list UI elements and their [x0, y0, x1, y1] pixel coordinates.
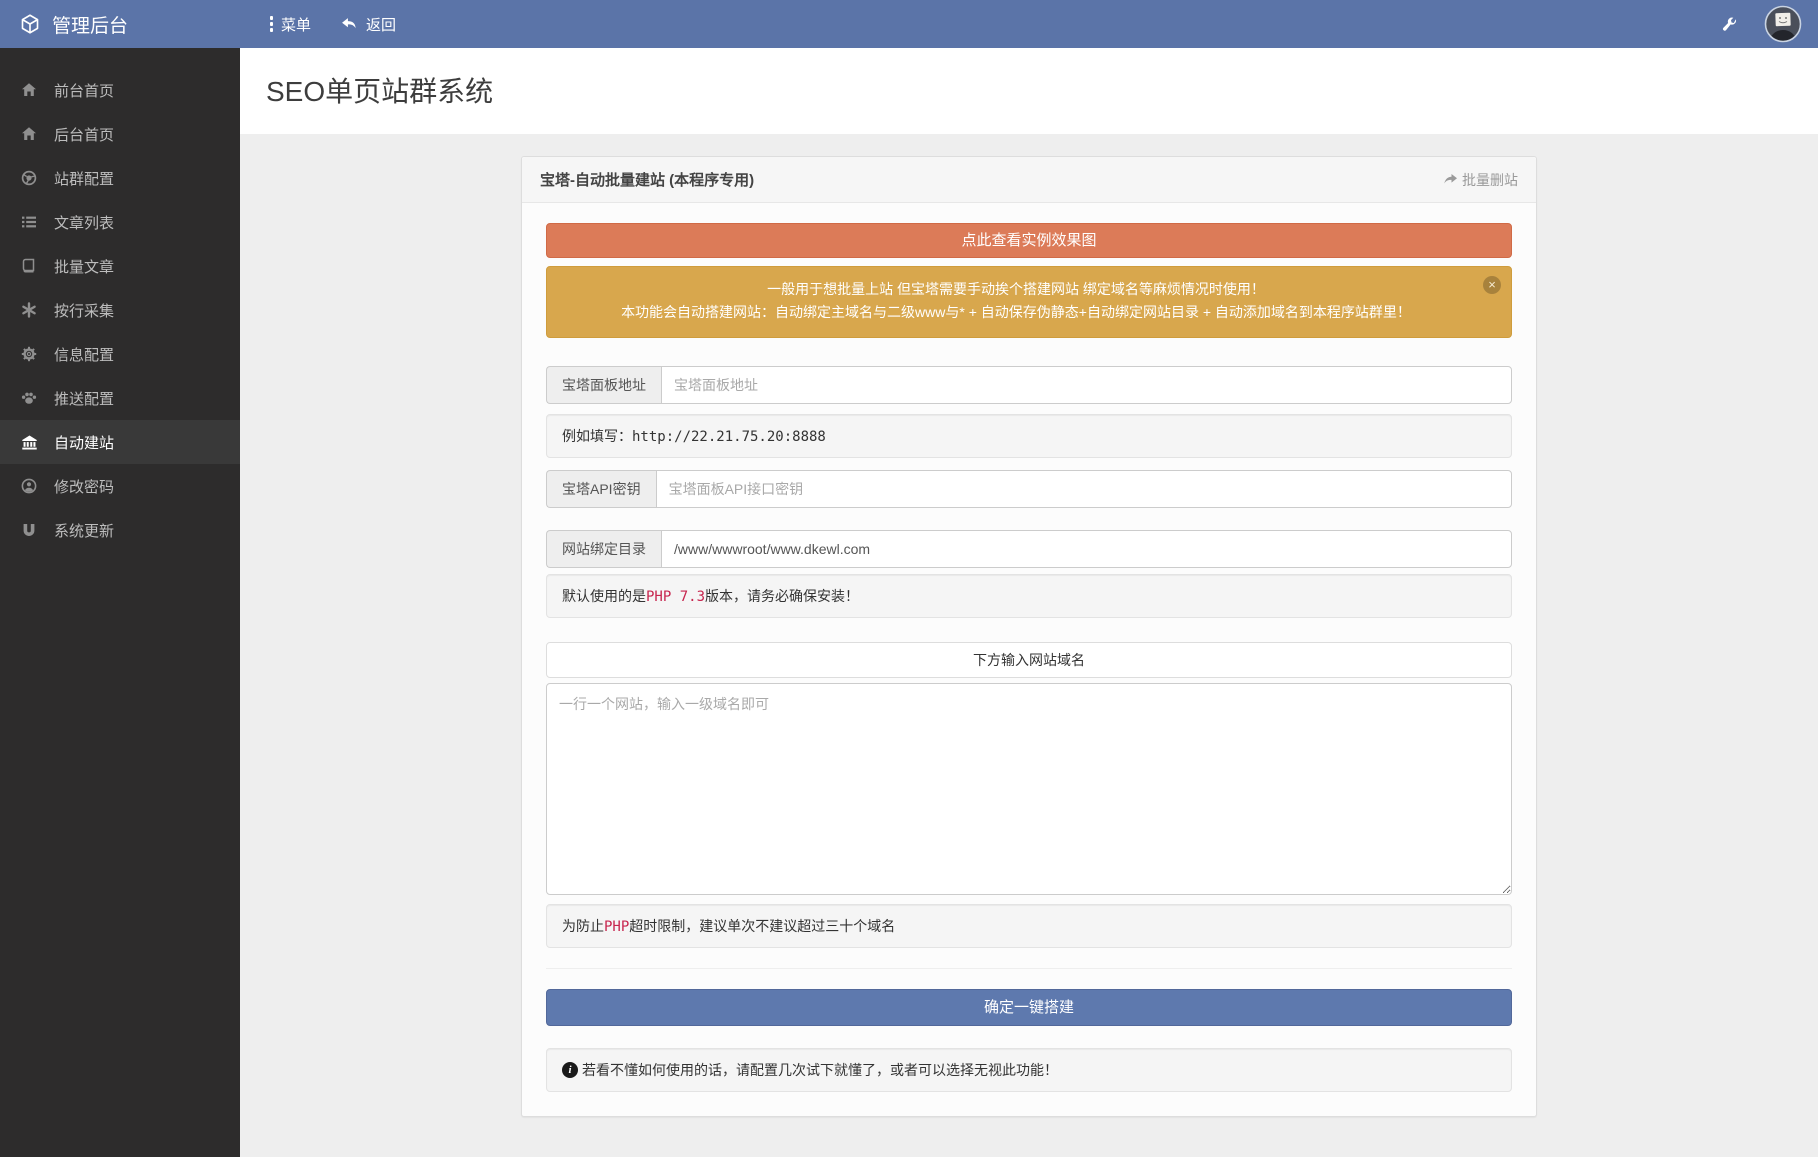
- menu-toggle[interactable]: 菜单: [270, 14, 311, 35]
- submit-build-button[interactable]: 确定一键搭建: [546, 989, 1512, 1026]
- api-key-label: 宝塔API密钥: [546, 470, 656, 508]
- grip-icon: [270, 16, 273, 32]
- note-text: 为防止: [562, 918, 604, 934]
- example-url-code: http://22.21.75.20:8888: [632, 429, 826, 445]
- sidebar-item-label: 信息配置: [54, 344, 114, 365]
- cube-icon: [20, 14, 40, 34]
- app-logo[interactable]: 管理后台: [0, 11, 240, 38]
- alert-line-1: 一般用于想批量上站 但宝塔需要手动挨个搭建网站 绑定域名等麻烦情况时使用！: [565, 278, 1467, 301]
- sidebar-item-push-config[interactable]: 推送配置: [0, 376, 240, 420]
- content-header: SEO单页站群系统: [240, 48, 1818, 134]
- sidebar-item-label: 批量文章: [54, 256, 114, 277]
- usage-alert: × 一般用于想批量上站 但宝塔需要手动挨个搭建网站 绑定域名等麻烦情况时使用！ …: [546, 266, 1512, 338]
- topbar: 管理后台 菜单 返回: [0, 0, 1818, 48]
- note-text: 版本，请务必确保安装！: [705, 588, 859, 604]
- sidebar-item-label: 自动建站: [54, 432, 114, 453]
- info-circle-icon: i: [562, 1062, 578, 1078]
- php-version-code: PHP 7.3: [646, 589, 705, 605]
- view-example-button[interactable]: 点此查看实例效果图: [546, 223, 1512, 258]
- sidebar-item-change-password[interactable]: 修改密码: [0, 464, 240, 508]
- footer-note-text: 若看不懂如何使用的话，请配置几次试下就懂了，或者可以选择无视此功能！: [582, 1060, 1058, 1080]
- sidebar-item-label: 修改密码: [54, 476, 114, 497]
- globe-icon: [20, 170, 38, 186]
- bind-dir-input[interactable]: [661, 530, 1512, 568]
- list-icon: [20, 214, 38, 230]
- asterisk-icon: [20, 302, 38, 318]
- user-circle-icon: [20, 478, 38, 494]
- sidebar-item-line-collect[interactable]: 按行采集: [0, 288, 240, 332]
- panel-address-label: 宝塔面板地址: [546, 366, 661, 404]
- sidebar-item-sitegroup-config[interactable]: 站群配置: [0, 156, 240, 200]
- panel-heading: 宝塔-自动批量建站 (本程序专用) 批量删站: [522, 157, 1536, 203]
- forward-arrow-icon: [1442, 173, 1458, 187]
- domain-section-header: 下方输入网站域名: [546, 642, 1512, 678]
- content-area: 宝塔-自动批量建站 (本程序专用) 批量删站 点此查看实例效果图 ×: [240, 134, 1818, 1157]
- back-label: 返回: [366, 14, 396, 35]
- home-icon: [20, 82, 38, 98]
- note-prefix: 例如填写：: [562, 428, 632, 444]
- bind-dir-group: 网站绑定目录: [546, 530, 1512, 568]
- sidebar-item-label: 系统更新: [54, 520, 114, 541]
- batch-delete-label: 批量删站: [1462, 170, 1518, 190]
- api-key-input[interactable]: [656, 470, 1512, 508]
- divider: [546, 968, 1512, 969]
- topbar-right: [1721, 5, 1818, 43]
- footer-help-note: i 若看不懂如何使用的话，请配置几次试下就懂了，或者可以选择无视此功能！: [546, 1048, 1512, 1092]
- auto-build-panel: 宝塔-自动批量建站 (本程序专用) 批量删站 点此查看实例效果图 ×: [521, 156, 1537, 1117]
- magnet-icon: [20, 522, 38, 538]
- bind-dir-label: 网站绑定目录: [546, 530, 661, 568]
- sidebar-item-system-update[interactable]: 系统更新: [0, 508, 240, 552]
- note-text: 默认使用的是: [562, 588, 646, 604]
- wrench-icon[interactable]: [1721, 16, 1738, 33]
- sidebar-item-label: 后台首页: [54, 124, 114, 145]
- sidebar-item-label: 前台首页: [54, 80, 114, 101]
- panel-body: 点此查看实例效果图 × 一般用于想批量上站 但宝塔需要手动挨个搭建网站 绑定域名…: [522, 203, 1536, 1116]
- paw-icon: [20, 390, 38, 406]
- main-content: SEO单页站群系统 宝塔-自动批量建站 (本程序专用) 批量删站: [240, 48, 1818, 1157]
- panel-address-group: 宝塔面板地址: [546, 366, 1512, 404]
- sidebar-item-info-config[interactable]: 信息配置: [0, 332, 240, 376]
- book-icon: [20, 258, 38, 274]
- sidebar: 前台首页 后台首页 站群配置: [0, 48, 240, 1157]
- sidebar-item-back-home[interactable]: 后台首页: [0, 112, 240, 156]
- panel-title: 宝塔-自动批量建站 (本程序专用): [540, 169, 754, 190]
- sidebar-item-article-list[interactable]: 文章列表: [0, 200, 240, 244]
- php-version-note: 默认使用的是PHP 7.3版本，请务必确保安装！: [546, 574, 1512, 618]
- back-link[interactable]: 返回: [341, 14, 396, 35]
- reply-arrow-icon: [341, 17, 358, 32]
- panel-address-input[interactable]: [661, 366, 1512, 404]
- topbar-nav: 菜单 返回: [270, 14, 1721, 35]
- domain-limit-note: 为防止PHP超时限制，建议单次不建议超过三十个域名: [546, 904, 1512, 948]
- close-icon[interactable]: ×: [1483, 276, 1501, 294]
- user-avatar[interactable]: [1764, 5, 1802, 43]
- sidebar-item-label: 推送配置: [54, 388, 114, 409]
- menu-label: 菜单: [281, 14, 311, 35]
- domains-textarea[interactable]: [546, 683, 1512, 895]
- sidebar-item-label: 站群配置: [54, 168, 114, 189]
- php-code: PHP: [604, 919, 629, 935]
- page-title: SEO单页站群系统: [266, 70, 1818, 110]
- gear-icon: [20, 346, 38, 362]
- bank-icon: [20, 434, 38, 451]
- api-key-group: 宝塔API密钥: [546, 470, 1512, 508]
- sidebar-item-label: 按行采集: [54, 300, 114, 321]
- sidebar-item-label: 文章列表: [54, 212, 114, 233]
- home-icon: [20, 126, 38, 142]
- batch-delete-link[interactable]: 批量删站: [1442, 170, 1518, 190]
- panel-address-note: 例如填写：http://22.21.75.20:8888: [546, 414, 1512, 458]
- note-text: 超时限制，建议单次不建议超过三十个域名: [629, 918, 895, 934]
- sidebar-item-front-home[interactable]: 前台首页: [0, 68, 240, 112]
- alert-line-2: 本功能会自动搭建网站：自动绑定主域名与二级www与* + 自动保存伪静态+自动绑…: [565, 301, 1467, 324]
- sidebar-item-batch-articles[interactable]: 批量文章: [0, 244, 240, 288]
- app-title: 管理后台: [52, 11, 128, 38]
- sidebar-item-auto-build[interactable]: 自动建站: [0, 420, 240, 464]
